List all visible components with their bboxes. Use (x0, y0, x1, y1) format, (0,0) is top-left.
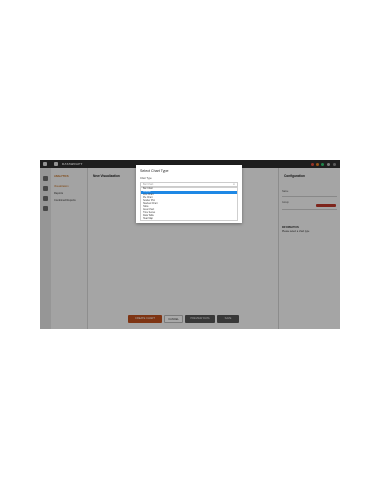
dialog-title: Select Chart Type (140, 169, 169, 173)
chevron-down-icon: ▼ (232, 183, 235, 186)
chart-type-option[interactable]: Heat Map (141, 218, 237, 221)
chart-type-select-value: Bar Chart (143, 183, 154, 186)
chart-type-label: Chart Type (140, 177, 152, 180)
select-chart-type-dialog: Select Chart Type Chart Type Bar Chart ▼… (136, 165, 242, 223)
chart-type-options: Bar Chart Column Line Chart Pie Chart Scatte… (140, 187, 238, 221)
app-window: DATAWRAPT ANALYTICS Visualization Report… (40, 160, 340, 329)
